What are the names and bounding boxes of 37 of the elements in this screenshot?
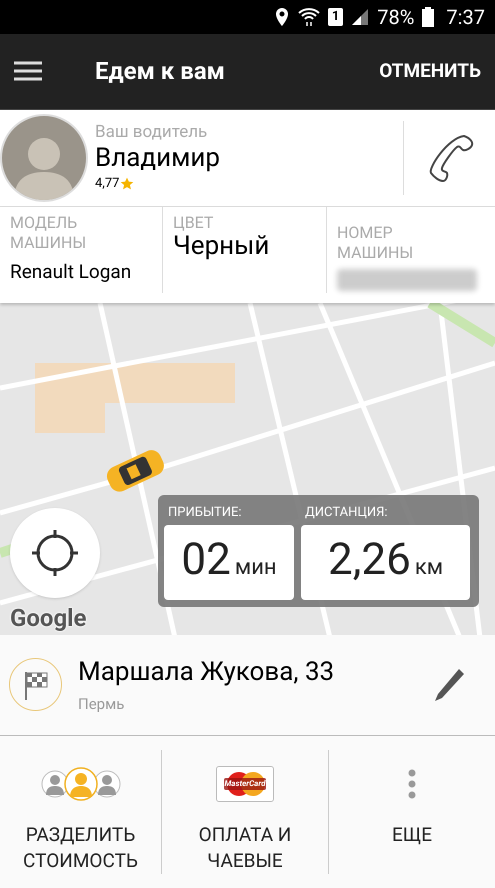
battery-icon (422, 6, 434, 27)
menu-icon (14, 61, 42, 82)
destination-address: Маршала Жукова, 33 (78, 656, 336, 689)
eta-unit: мин (234, 554, 277, 582)
wifi-icon (298, 6, 320, 27)
cancel-button[interactable]: ОТМЕНИТЬ (379, 57, 481, 86)
screen-title: Едем к вам (95, 56, 226, 88)
map-attribution: Google (10, 602, 86, 634)
driver-rating: 4,77 (95, 175, 120, 194)
eta-label: ДИСТАНЦИЯ: (304, 504, 389, 522)
field-label: НОМЕР МАШИНЫ (337, 223, 414, 264)
eta-value: 02 (181, 536, 231, 581)
eta-unit: км (414, 554, 444, 582)
card-brand-text: MasterCard (224, 778, 266, 790)
action-button[interactable]: MasterCard ОПЛАТА И ЧАЕВЫЕ (162, 750, 329, 874)
action-button[interactable]: РАЗДЕЛИТЬ СТОИМОСТЬ (0, 750, 162, 874)
field-value: Renault Logan (10, 259, 132, 286)
field-label: МОДЕЛЬ МАШИНЫ (10, 213, 88, 254)
destination-city: Пермь (78, 694, 126, 715)
field-value: Черный (173, 231, 270, 262)
driver-caption: Ваш водитель (95, 122, 208, 142)
action-button[interactable]: ЕЩЕ (329, 750, 495, 874)
field-label: ЦВЕТ (173, 213, 214, 234)
location-icon (274, 6, 290, 27)
finish-flag-icon (22, 670, 48, 700)
pencil-icon (433, 666, 465, 703)
signal-icon (351, 8, 370, 26)
eta-label: ПРИБЫТИЕ: (167, 504, 243, 522)
eta-value: 2,26 (328, 536, 411, 581)
more-icon (408, 769, 416, 800)
people-icon (40, 766, 120, 802)
star-icon (120, 177, 134, 192)
battery-level: 78% (377, 4, 414, 31)
menu-button[interactable] (14, 61, 42, 82)
sim-icon: 1 (328, 8, 344, 26)
clock: 7:37 (446, 4, 485, 31)
driver-name: Владимир (95, 142, 221, 174)
